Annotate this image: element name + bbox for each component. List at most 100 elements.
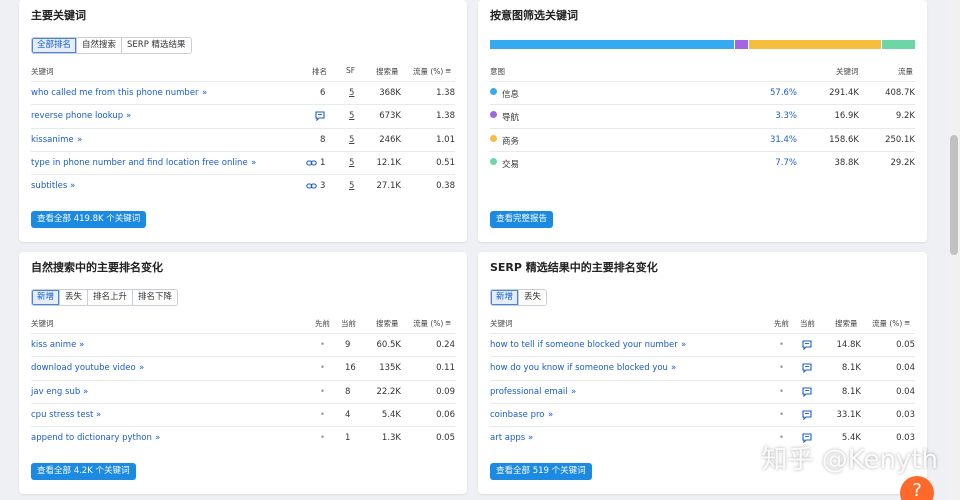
intent-percent[interactable]: 57.6% (770, 88, 797, 98)
tab-new[interactable]: 新增 (32, 290, 61, 305)
keyword-link[interactable]: jav eng sub (31, 387, 80, 397)
header-prev[interactable]: 先前 (315, 318, 330, 329)
header-sf[interactable]: SF (346, 66, 355, 75)
tab-new[interactable]: 新增 (491, 290, 520, 305)
tab-lost[interactable]: 丢失 (519, 290, 547, 305)
chevron-right-icon[interactable]: » (79, 340, 84, 350)
current-rank: 4 (345, 409, 351, 420)
sf-count[interactable]: 5 (349, 158, 354, 168)
chevron-right-icon[interactable]: » (77, 135, 82, 145)
keyword-link[interactable]: download youtube video (31, 363, 136, 373)
tab-serp-features[interactable]: SERP 精选结果 (122, 38, 191, 53)
chevron-right-icon[interactable]: » (96, 410, 101, 420)
scrollbar-thumb[interactable] (950, 135, 958, 255)
main-keywords-card: 主要关键词 全部排名 自然搜索 SERP 精选结果 关键词 排名 SF 搜索量 … (19, 0, 467, 242)
tab-declined[interactable]: 排名下降 (133, 290, 178, 305)
keyword-link[interactable]: type in phone number and find location f… (31, 158, 248, 168)
traffic-value: 0.04 (896, 386, 915, 397)
link-icon (306, 158, 317, 171)
keyword-link[interactable]: who called me from this phone number (31, 88, 199, 98)
chevron-right-icon[interactable]: » (671, 363, 676, 373)
chevron-right-icon[interactable]: » (202, 88, 207, 98)
table-row: who called me from this phone number» 6 5 3… (31, 81, 455, 104)
keywords-value: 158.6K (829, 134, 859, 145)
header-current[interactable]: 当前 (341, 318, 356, 329)
intent-percent[interactable]: 7.7% (775, 158, 797, 168)
traffic-value: 1.38 (436, 111, 455, 122)
tab-improved[interactable]: 排名上升 (88, 290, 134, 305)
sf-count[interactable]: 5 (349, 88, 354, 98)
chevron-right-icon[interactable]: » (155, 433, 160, 443)
chevron-right-icon[interactable]: » (571, 387, 576, 397)
keyword-link[interactable]: subtitles (31, 181, 67, 191)
intent-segment[interactable] (748, 40, 883, 49)
view-full-report-button[interactable]: 查看完整报告 (490, 211, 554, 228)
volume-value: 12.1K (376, 157, 402, 168)
volume-value: 8.1K (841, 363, 861, 374)
header-volume[interactable]: 搜索量 (376, 66, 399, 77)
organic-changes-card: 自然搜索中的主要排名变化 新增 丢失 排名上升 排名下降 关键词 先前 当前 搜… (19, 252, 467, 494)
header-prev[interactable]: 先前 (774, 318, 789, 329)
current-rank: 8 (345, 386, 351, 397)
table-row: cpu stress test» • 4 5.4K 0.06 (31, 402, 455, 426)
table-row: 交易 7.7% 38.8K 29.2K (490, 150, 915, 174)
chevron-right-icon[interactable]: » (139, 363, 144, 373)
keyword-link[interactable]: professional email (490, 387, 568, 397)
tab-lost[interactable]: 丢失 (60, 290, 89, 305)
keyword-link[interactable]: reverse phone lookup (31, 111, 123, 121)
traffic-value: 0.04 (896, 363, 915, 374)
header-volume[interactable]: 搜索量 (376, 318, 399, 329)
sort-icon[interactable]: ≡ (445, 318, 451, 327)
sort-icon[interactable]: ≡ (904, 318, 910, 327)
view-all-keywords-button[interactable]: 查看全部 519 个关键词 (490, 463, 592, 480)
intent-color-dot (490, 111, 497, 119)
sf-count[interactable]: 5 (349, 135, 354, 145)
header-current[interactable]: 当前 (800, 318, 815, 329)
table-row: download youtube video» • 16 135K 0.11 (31, 356, 455, 379)
volume-value: 22.2K (376, 386, 402, 397)
header-keyword[interactable]: 关键词 (31, 66, 54, 77)
current-rank: 9 (345, 340, 351, 350)
sort-icon[interactable]: ≡ (445, 66, 451, 75)
chevron-right-icon[interactable]: » (548, 410, 553, 420)
keyword-link[interactable]: coinbase pro (490, 410, 545, 420)
traffic-value: 9.2K (895, 111, 915, 122)
intent-segment[interactable] (882, 40, 915, 49)
chevron-right-icon[interactable]: » (83, 387, 88, 397)
sf-count[interactable]: 5 (349, 181, 354, 191)
keyword-link[interactable]: kissanime (31, 135, 74, 145)
header-rank[interactable]: 排名 (312, 66, 327, 77)
traffic-value: 0.24 (436, 340, 455, 350)
intent-percent[interactable]: 31.4% (770, 135, 797, 145)
chevron-right-icon[interactable]: » (126, 111, 131, 121)
help-button[interactable]: ? (900, 476, 934, 500)
traffic-value: 408.7K (885, 88, 915, 98)
header-keyword[interactable]: 关键词 (31, 318, 54, 329)
header-traffic[interactable]: 流量 (%) (413, 318, 443, 329)
sf-count[interactable]: 5 (349, 111, 354, 121)
page-scrollbar[interactable] (948, 0, 960, 500)
keyword-link[interactable]: how to tell if someone blocked your numb… (490, 340, 678, 350)
keyword-link[interactable]: kiss anime (31, 340, 76, 350)
tab-organic[interactable]: 自然搜索 (77, 38, 123, 53)
header-traffic[interactable]: 流量 (%) (413, 66, 443, 77)
view-all-keywords-button[interactable]: 查看全部 419.8K 个关键词 (31, 211, 147, 228)
volume-value: 1.3K (381, 433, 401, 444)
header-traffic[interactable]: 流量 (%) (872, 318, 902, 329)
keywords-value: 291.4K (829, 88, 859, 98)
view-all-keywords-button[interactable]: 查看全部 4.2K 个关键词 (31, 463, 136, 480)
chevron-right-icon[interactable]: » (251, 158, 256, 168)
intent-percent[interactable]: 3.3% (775, 111, 797, 121)
keyword-link[interactable]: cpu stress test (31, 410, 93, 420)
keyword-link[interactable]: how do you know if someone blocked you (490, 363, 668, 373)
keyword-link[interactable]: art apps (490, 433, 525, 443)
chevron-right-icon[interactable]: » (681, 340, 686, 350)
intent-segment[interactable] (490, 40, 735, 49)
keyword-link[interactable]: append to dictionary python (31, 433, 152, 443)
header-volume[interactable]: 搜索量 (835, 318, 858, 329)
chevron-right-icon[interactable]: » (70, 181, 75, 191)
intent-segment[interactable] (734, 40, 749, 49)
chevron-right-icon[interactable]: » (528, 433, 533, 443)
tab-all-rankings[interactable]: 全部排名 (32, 38, 78, 53)
header-keyword[interactable]: 关键词 (490, 318, 513, 329)
